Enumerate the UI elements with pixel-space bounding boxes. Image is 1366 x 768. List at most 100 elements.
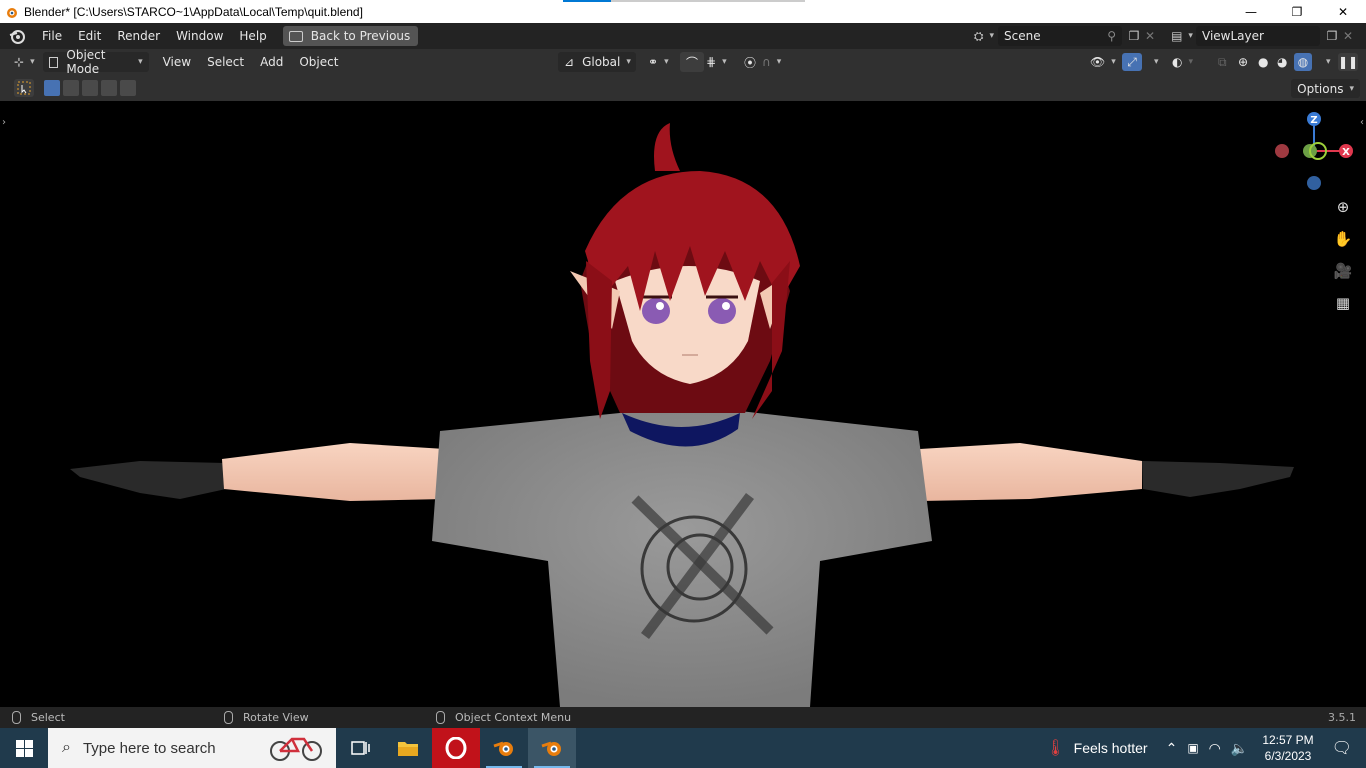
navigation-gizmo[interactable]: Z X	[1266, 109, 1366, 199]
mouse-left-icon	[12, 711, 21, 724]
mode-dropdown[interactable]: Object Mode ▾	[42, 48, 149, 76]
blender-task-button-2[interactable]	[528, 728, 576, 768]
menu-help[interactable]: Help	[231, 29, 274, 43]
blender-menu-icon[interactable]	[8, 27, 26, 45]
weather-label[interactable]: Feels hotter	[1074, 740, 1148, 756]
file-explorer-button[interactable]	[384, 728, 432, 768]
scene-name: Scene	[1004, 29, 1041, 43]
header-menu-add[interactable]: Add	[254, 52, 289, 72]
scene-icon[interactable]: ⛭ ▾	[970, 28, 998, 44]
view-layer-field[interactable]: ViewLayer	[1196, 26, 1320, 46]
minimize-button[interactable]: —	[1228, 0, 1274, 23]
volume-icon[interactable]: 🔈	[1231, 740, 1248, 757]
right-eye	[708, 298, 736, 324]
mode-invert-button[interactable]	[101, 80, 117, 96]
notifications-icon[interactable]: 🗨	[1332, 738, 1352, 758]
clock-time: 12:57 PM	[1262, 733, 1314, 747]
overlay-toggle[interactable]: ◐ ▾	[1166, 52, 1199, 72]
zoom-icon[interactable]: ⊕	[1332, 196, 1354, 218]
task-view-button[interactable]	[336, 728, 384, 768]
mode-intersect-button[interactable]	[120, 80, 136, 96]
shading-options-dropdown[interactable]: ▾	[1314, 52, 1337, 72]
task-view-icon	[351, 741, 370, 755]
left-arm	[222, 443, 445, 501]
menu-file[interactable]: File	[34, 29, 70, 43]
select-box-tool-icon	[17, 81, 31, 95]
delete-view-layer-icon[interactable]: ✕	[1340, 28, 1356, 44]
status-select: Select	[12, 711, 65, 724]
character-model	[70, 123, 1294, 707]
maximize-button[interactable]: ❐	[1274, 0, 1320, 23]
screen-icon	[288, 30, 303, 42]
transform-orientation-dropdown[interactable]: ⊿ Global ▾	[558, 52, 636, 72]
menu-render[interactable]: Render	[109, 29, 168, 43]
top-menu-bar: File Edit Render Window Help Back to Pre…	[0, 23, 1366, 49]
gizmo-toggle[interactable]: ⤢	[1122, 53, 1142, 71]
view-layer-name: ViewLayer	[1202, 29, 1264, 43]
taskbar-search-box[interactable]: ⌕ Type here to search	[48, 728, 336, 768]
header-menu-object[interactable]: Object	[293, 52, 344, 72]
visibility-dropdown[interactable]: 👁 ▾	[1084, 52, 1122, 72]
taskbar-clock[interactable]: 12:57 PM 6/3/2023	[1262, 732, 1313, 764]
folder-icon	[398, 742, 418, 756]
meet-now-icon[interactable]: ▣	[1187, 741, 1198, 755]
pan-hand-icon[interactable]: ✋	[1332, 228, 1354, 250]
gizmo-dropdown[interactable]: ▾	[1142, 52, 1165, 72]
ortho-grid-icon[interactable]: ▦	[1332, 292, 1354, 314]
pin-icon[interactable]: ⚲	[1107, 29, 1116, 43]
active-tool-button[interactable]	[14, 79, 34, 97]
blender-logo-icon	[7, 7, 17, 18]
mouse-right-icon	[436, 711, 445, 724]
view-layer-selector: ▤ ▾ ViewLayer ❐ ✕	[1168, 26, 1356, 46]
menu-window[interactable]: Window	[168, 29, 231, 43]
delete-scene-icon[interactable]: ✕	[1142, 28, 1158, 44]
orientation-icon: ⊿	[564, 55, 575, 69]
close-button[interactable]: ✕	[1320, 0, 1366, 23]
snap-target-dropdown[interactable]: ⋕ ▾	[700, 52, 733, 72]
start-button[interactable]	[0, 728, 48, 768]
scene-field[interactable]: Scene ⚲	[998, 26, 1122, 46]
status-rotate-label: Rotate View	[243, 711, 309, 724]
pause-render-button[interactable]: ❚❚	[1338, 53, 1358, 71]
view-layer-icon[interactable]: ▤ ▾	[1168, 28, 1196, 44]
pivot-point-dropdown[interactable]: ⚭ ▾	[642, 52, 675, 72]
back-to-previous-button[interactable]: Back to Previous	[282, 26, 419, 46]
mode-extend-button[interactable]	[63, 80, 79, 96]
thermometer-icon[interactable]: 🌡	[1045, 738, 1065, 758]
camera-view-icon[interactable]: 🎥	[1332, 260, 1354, 282]
hair-ahoge	[654, 123, 680, 171]
opera-button[interactable]	[432, 728, 480, 768]
mode-set-new-button[interactable]	[44, 80, 60, 96]
rendered-shading-button[interactable]: ◍	[1294, 53, 1312, 71]
xray-toggle[interactable]: ⧉	[1212, 52, 1233, 72]
menu-edit[interactable]: Edit	[70, 29, 109, 43]
bicycle-image-icon	[270, 737, 322, 761]
solid-shading-button[interactable]: ●	[1256, 52, 1270, 72]
left-hand	[70, 461, 226, 499]
header-menu-view[interactable]: View	[157, 52, 197, 72]
blender-icon	[541, 741, 561, 756]
material-shading-button[interactable]: ◕	[1275, 52, 1289, 72]
new-view-layer-icon[interactable]: ❐	[1324, 28, 1340, 44]
tray-overflow-icon[interactable]: ⌃	[1166, 740, 1178, 757]
mouse-middle-icon	[224, 711, 233, 724]
mode-label: Object Mode	[66, 48, 106, 76]
title-accent	[563, 0, 611, 2]
options-label: Options	[1297, 81, 1344, 96]
search-icon: ⌕	[62, 739, 71, 756]
wireframe-shading-button[interactable]: ⊕	[1236, 52, 1250, 72]
header-menu-select[interactable]: Select	[201, 52, 250, 72]
editor-type-dropdown[interactable]: ⊹ ▾	[8, 52, 41, 72]
mode-subtract-button[interactable]	[82, 80, 98, 96]
options-dropdown[interactable]: Options ▾	[1291, 79, 1360, 98]
proportional-falloff-dropdown[interactable]: ∩ ▾	[756, 52, 787, 72]
blender-task-button-1[interactable]	[480, 728, 528, 768]
object-mode-icon	[48, 56, 59, 68]
system-tray: 🌡 Feels hotter ⌃ ▣ ◠ 🔈 12:57 PM 6/3/2023…	[1045, 728, 1366, 768]
new-scene-icon[interactable]: ❐	[1126, 28, 1142, 44]
editor-type-icon: ⊹	[14, 55, 25, 69]
network-icon[interactable]: ◠	[1209, 740, 1221, 757]
toolbar-expand-icon[interactable]: ›	[2, 117, 6, 128]
3d-viewport[interactable]: › ‹ Z X ⊕ ✋ 🎥 ▦	[0, 101, 1366, 707]
status-select-label: Select	[31, 711, 65, 724]
